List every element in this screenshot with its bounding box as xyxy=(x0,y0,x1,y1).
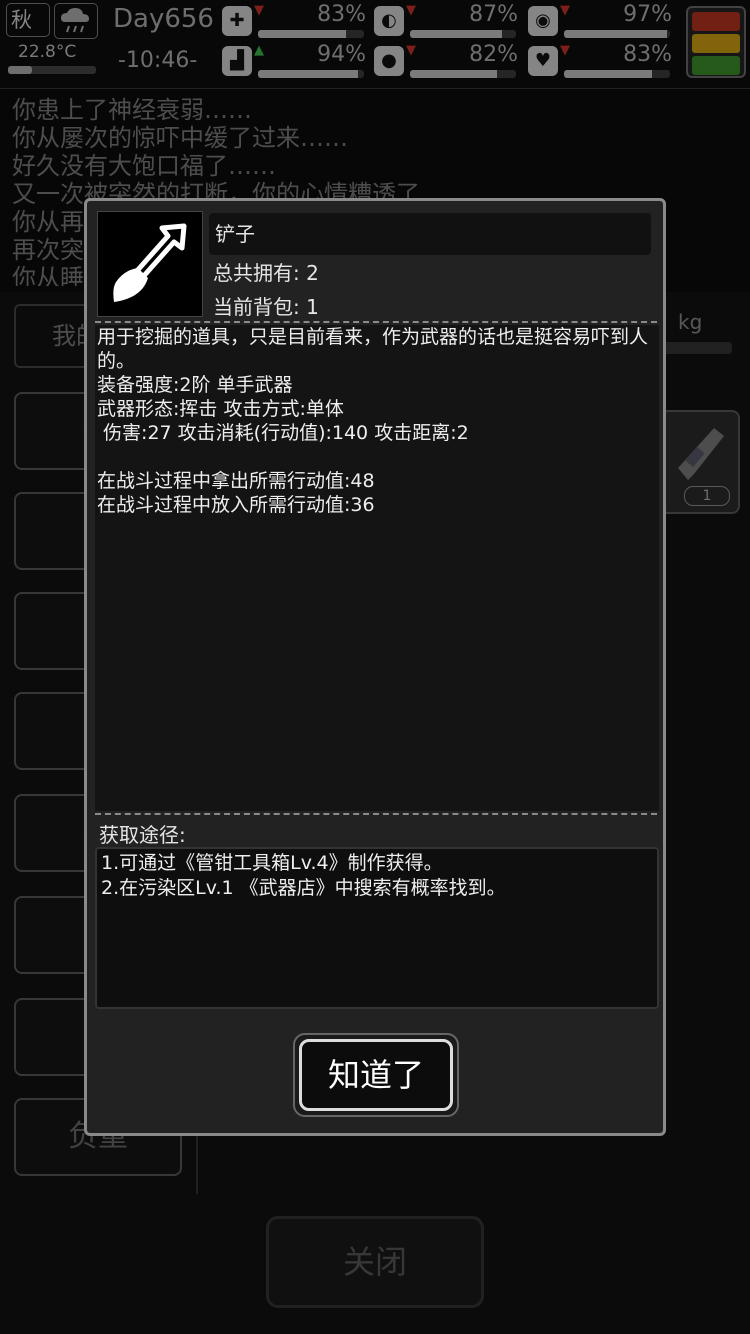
description-line: 武器形态:挥击 攻击方式:单体 xyxy=(97,398,344,420)
divider xyxy=(95,321,657,323)
in-bag-count: 当前背包: 1 xyxy=(213,295,319,319)
divider xyxy=(95,813,657,815)
ok-button-frame: 知道了 xyxy=(293,1033,459,1117)
ok-button[interactable]: 知道了 xyxy=(299,1039,453,1111)
description-line: 用于挖掘的道具，只是目前看来，作为武器的话也是挺容易吓到人的。 xyxy=(97,326,649,372)
description-line: 伤害:27 攻击消耗(行动值):140 攻击距离:2 xyxy=(97,422,469,444)
item-description: 用于挖掘的道具，只是目前看来，作为武器的话也是挺容易吓到人的。 装备强度:2阶 … xyxy=(95,325,659,811)
acquire-methods: 1.可通过《管钳工具箱Lv.4》制作获得。 2.在污染区Lv.1 《武器店》中搜… xyxy=(95,847,659,1009)
acquire-label: 获取途径: xyxy=(99,823,186,847)
shovel-icon xyxy=(97,211,203,317)
acquire-method: 2.在污染区Lv.1 《武器店》中搜索有概率找到。 xyxy=(101,877,506,899)
item-detail-dialog: 铲子 总共拥有: 2 当前背包: 1 用于挖掘的道具，只是目前看来，作为武器的话… xyxy=(84,198,666,1136)
description-line: 在战斗过程中放入所需行动值:36 xyxy=(97,494,375,516)
description-line: 装备强度:2阶 单手武器 xyxy=(97,374,293,396)
item-name: 铲子 xyxy=(209,213,651,255)
acquire-method: 1.可通过《管钳工具箱Lv.4》制作获得。 xyxy=(101,852,443,874)
total-owned: 总共拥有: 2 xyxy=(213,261,319,285)
description-line: 在战斗过程中拿出所需行动值:48 xyxy=(97,470,375,492)
